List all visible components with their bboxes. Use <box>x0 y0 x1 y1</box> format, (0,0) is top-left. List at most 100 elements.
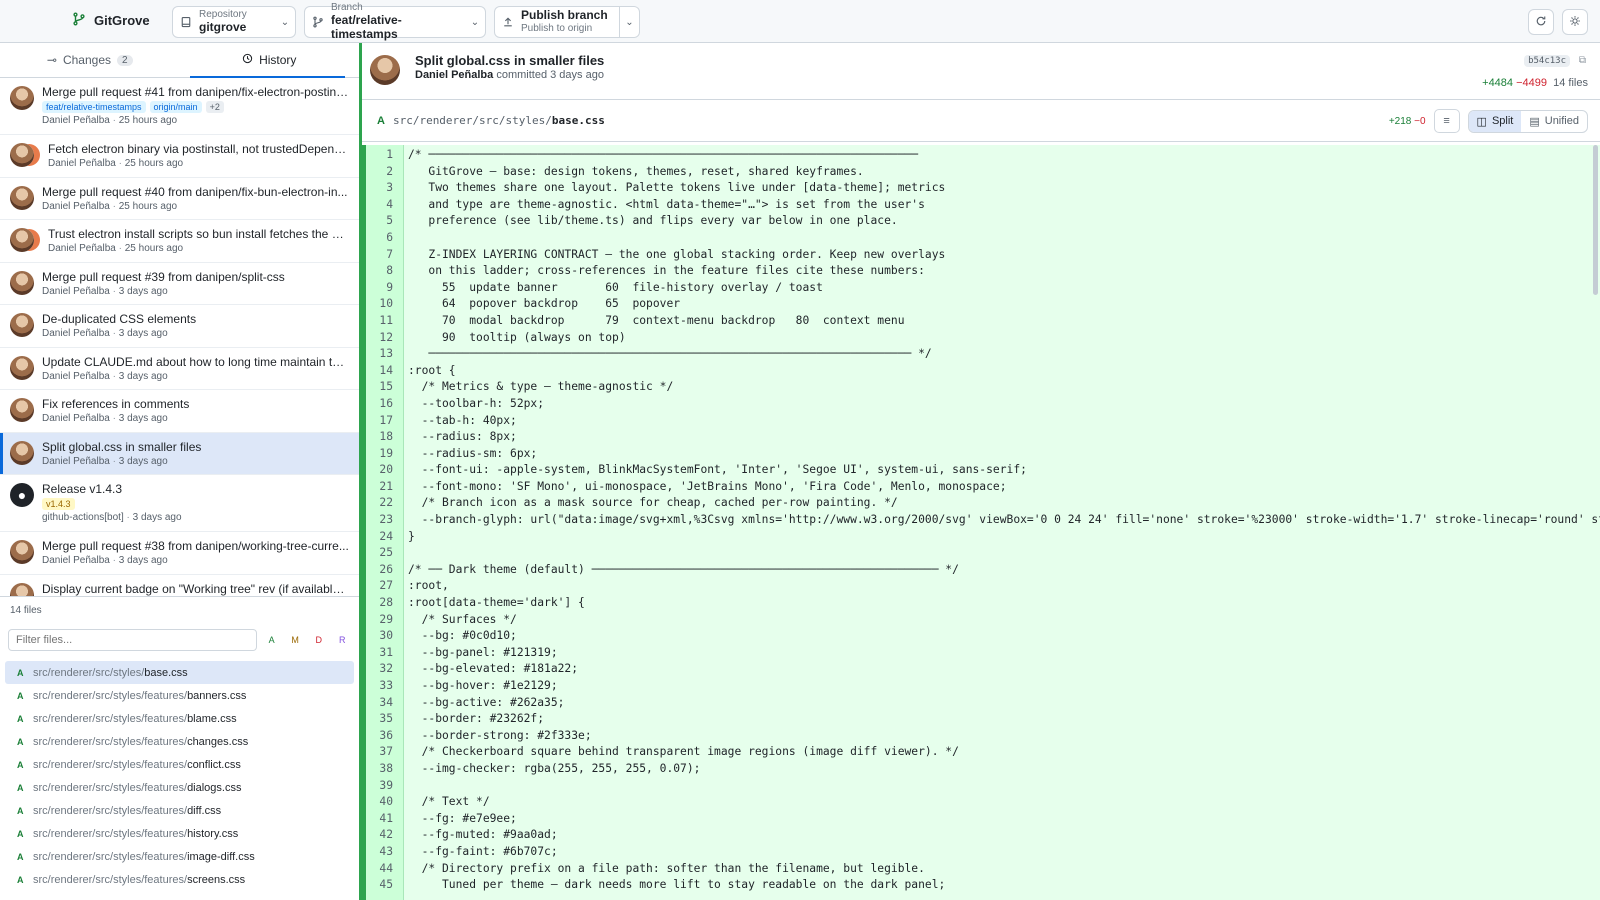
commit-sha[interactable]: b54c13c <box>1524 55 1570 67</box>
filter-files-input[interactable] <box>8 629 257 651</box>
commit-item[interactable]: Merge pull request #41 from danipen/fix-… <box>0 78 359 135</box>
line-text: /* Metrics & type — theme-agnostic */ <box>408 380 674 394</box>
commit-item[interactable]: Fix references in comments Daniel Peñalb… <box>0 390 359 433</box>
file-status: A <box>17 828 24 839</box>
file-item[interactable]: A src/renderer/src/styles/features/chang… <box>5 730 354 753</box>
commit-item-selected[interactable]: Split global.css in smaller files Daniel… <box>0 432 359 475</box>
line-text <box>400 230 408 247</box>
commit-item[interactable]: Merge pull request #40 from danipen/fix-… <box>0 178 359 220</box>
split-view-button[interactable]: ◫ Split <box>1468 110 1522 132</box>
line-number: 33 <box>379 679 393 692</box>
commit-author: Daniel Peñalba <box>48 158 116 169</box>
line-number: 28 <box>379 596 393 610</box>
refresh-button[interactable] <box>1528 9 1554 35</box>
tab-changes[interactable]: ⊸ Changes 2 <box>0 43 180 77</box>
code-line: 37 /* Checkerboard square behind transpa… <box>366 744 1600 761</box>
line-text: ────────────────────────────────────────… <box>408 347 932 361</box>
files-count: 14 files <box>10 605 42 616</box>
theme-toggle-button[interactable] <box>1562 9 1588 35</box>
code-line: 17 --tab-h: 40px; <box>366 413 1600 430</box>
commit-item[interactable]: Merge pull request #39 from danipen/spli… <box>0 263 359 305</box>
file-item[interactable]: A src/renderer/src/styles/features/confl… <box>5 753 354 776</box>
repository-selector[interactable]: Repository gitgrove ⌄ <box>172 6 296 38</box>
commit-item[interactable]: Trust electron install scripts so bun in… <box>0 220 359 263</box>
commit-item[interactable]: Update CLAUDE.md about how to long time … <box>0 348 359 390</box>
file-dir: src/renderer/src/styles/features/ <box>33 850 188 863</box>
file-item[interactable]: A src/renderer/src/styles/features/blame… <box>5 707 354 730</box>
commit-item[interactable]: Display current badge on "Working tree" … <box>0 575 359 596</box>
branch-selector[interactable]: Branch feat/relative-timestamps ⌄ <box>304 2 486 41</box>
code-line: 4 and type are theme-agnostic. <html dat… <box>366 197 1600 214</box>
line-text: GitGrove — base: design tokens, themes, … <box>408 164 864 178</box>
commit-time: 3 days ago <box>118 413 168 424</box>
line-number: 21 <box>379 479 393 493</box>
code-line: 27:root, <box>366 578 1600 595</box>
tab-history-label: History <box>259 53 297 67</box>
copy-icon[interactable]: ⧉ <box>1579 55 1586 66</box>
code-line: 44 /* Directory prefix on a file path: s… <box>366 861 1600 878</box>
file-item-selected[interactable]: A src/renderer/src/styles/base.css <box>5 661 354 684</box>
line-text: --bg-hover: #1e2129; <box>408 679 558 692</box>
filter-modified-toggle[interactable]: M <box>286 635 304 645</box>
deletions-count: −4499 <box>1516 77 1548 89</box>
code-viewer[interactable]: 1 /* ────────────────────────────────────… <box>362 145 1600 900</box>
filter-deleted-toggle[interactable]: D <box>310 635 328 645</box>
code-line: 10 64 popover backdrop 65 popover <box>366 296 1600 313</box>
publish-branch-button[interactable]: Publish branch Publish to origin ⌄ <box>494 6 640 38</box>
code-line: 25 <box>366 545 1600 562</box>
more-tags-badge[interactable]: +2 <box>205 101 224 113</box>
commit-item[interactable]: De-duplicated CSS elements Daniel Peñalb… <box>0 305 359 348</box>
line-number: 14 <box>379 363 393 377</box>
line-number: 45 <box>379 878 393 892</box>
branch-logo-icon <box>72 12 86 29</box>
file-item[interactable]: A src/renderer/src/styles/features/image… <box>5 845 354 868</box>
line-number: 6 <box>386 230 393 244</box>
filter-renamed-toggle[interactable]: R <box>333 635 351 645</box>
code-line: 32 --bg-elevated: #181a22; <box>366 661 1600 678</box>
file-header-dir: src/renderer/src/styles/ <box>392 114 552 127</box>
commit-item[interactable]: Fetch electron binary via postinstall, n… <box>0 135 359 178</box>
file-dir: src/renderer/src/styles/features/ <box>33 689 188 702</box>
line-text: and type are theme-agnostic. <html data-… <box>408 197 925 211</box>
line-text: /* Branch icon as a mask source for chea… <box>408 496 898 510</box>
code-line: 15 /* Metrics & type — theme-agnostic */ <box>366 379 1600 396</box>
commit-item[interactable]: ● Release v1.4.3 v1.4.3 github-actions[b… <box>0 475 359 532</box>
file-item[interactable]: A src/renderer/src/styles/features/banne… <box>5 684 354 707</box>
upload-icon <box>495 16 521 28</box>
code-line: 18 --radius: 8px; <box>366 429 1600 446</box>
commit-title: Update CLAUDE.md about how to long time … <box>42 354 349 369</box>
publish-subtitle: Publish to origin <box>521 23 593 35</box>
file-item[interactable]: A src/renderer/src/styles/features/histo… <box>5 822 354 845</box>
sidebar: ⊸ Changes 2 History Merge pull request #… <box>0 43 362 900</box>
file-item[interactable]: A src/renderer/src/styles/features/dialo… <box>5 776 354 799</box>
code-line: 23 --branch-glyph: url("data:image/svg+x… <box>366 512 1600 529</box>
commit-time: 3 days ago <box>132 512 182 523</box>
line-text: --border: #23262f; <box>408 712 545 726</box>
file-item[interactable]: A src/renderer/src/styles/features/scree… <box>5 868 354 891</box>
scrollbar-thumb[interactable] <box>1593 145 1598 295</box>
code-line: 45 Tuned per theme — dark needs more lif… <box>366 877 1600 894</box>
publish-dropdown-button[interactable]: ⌄ <box>619 7 639 37</box>
tab-history[interactable]: History <box>180 43 360 77</box>
file-name: diff.css <box>187 804 222 817</box>
line-number: 7 <box>386 247 393 261</box>
avatar <box>10 540 34 564</box>
commit-item[interactable]: Merge pull request #38 from danipen/work… <box>0 532 359 575</box>
code-line: 12 90 tooltip (always on top) <box>366 330 1600 347</box>
line-number: 4 <box>386 197 393 211</box>
wrap-lines-button[interactable]: ≡ <box>1433 109 1460 133</box>
filter-added-toggle[interactable]: A <box>263 635 281 645</box>
changes-count-badge: 2 <box>117 54 133 66</box>
commit-title: Split global.css in smaller files <box>42 439 202 454</box>
line-number: 17 <box>379 413 393 427</box>
refresh-icon <box>1535 15 1547 30</box>
file-dir: src/renderer/src/styles/features/ <box>33 873 188 886</box>
code-line: 20 --font-ui: -apple-system, BlinkMacSys… <box>366 462 1600 479</box>
unified-view-button[interactable]: ▤ Unified <box>1521 111 1587 132</box>
file-dir: src/renderer/src/styles/features/ <box>33 781 188 794</box>
code-line: 8 on this ladder; cross-references in th… <box>366 263 1600 280</box>
commit-time: 3 days ago <box>118 328 168 339</box>
file-item[interactable]: A src/renderer/src/styles/features/diff.… <box>5 799 354 822</box>
app-name: GitGrove <box>94 13 150 28</box>
line-text: --border-strong: #2f333e; <box>408 728 592 742</box>
